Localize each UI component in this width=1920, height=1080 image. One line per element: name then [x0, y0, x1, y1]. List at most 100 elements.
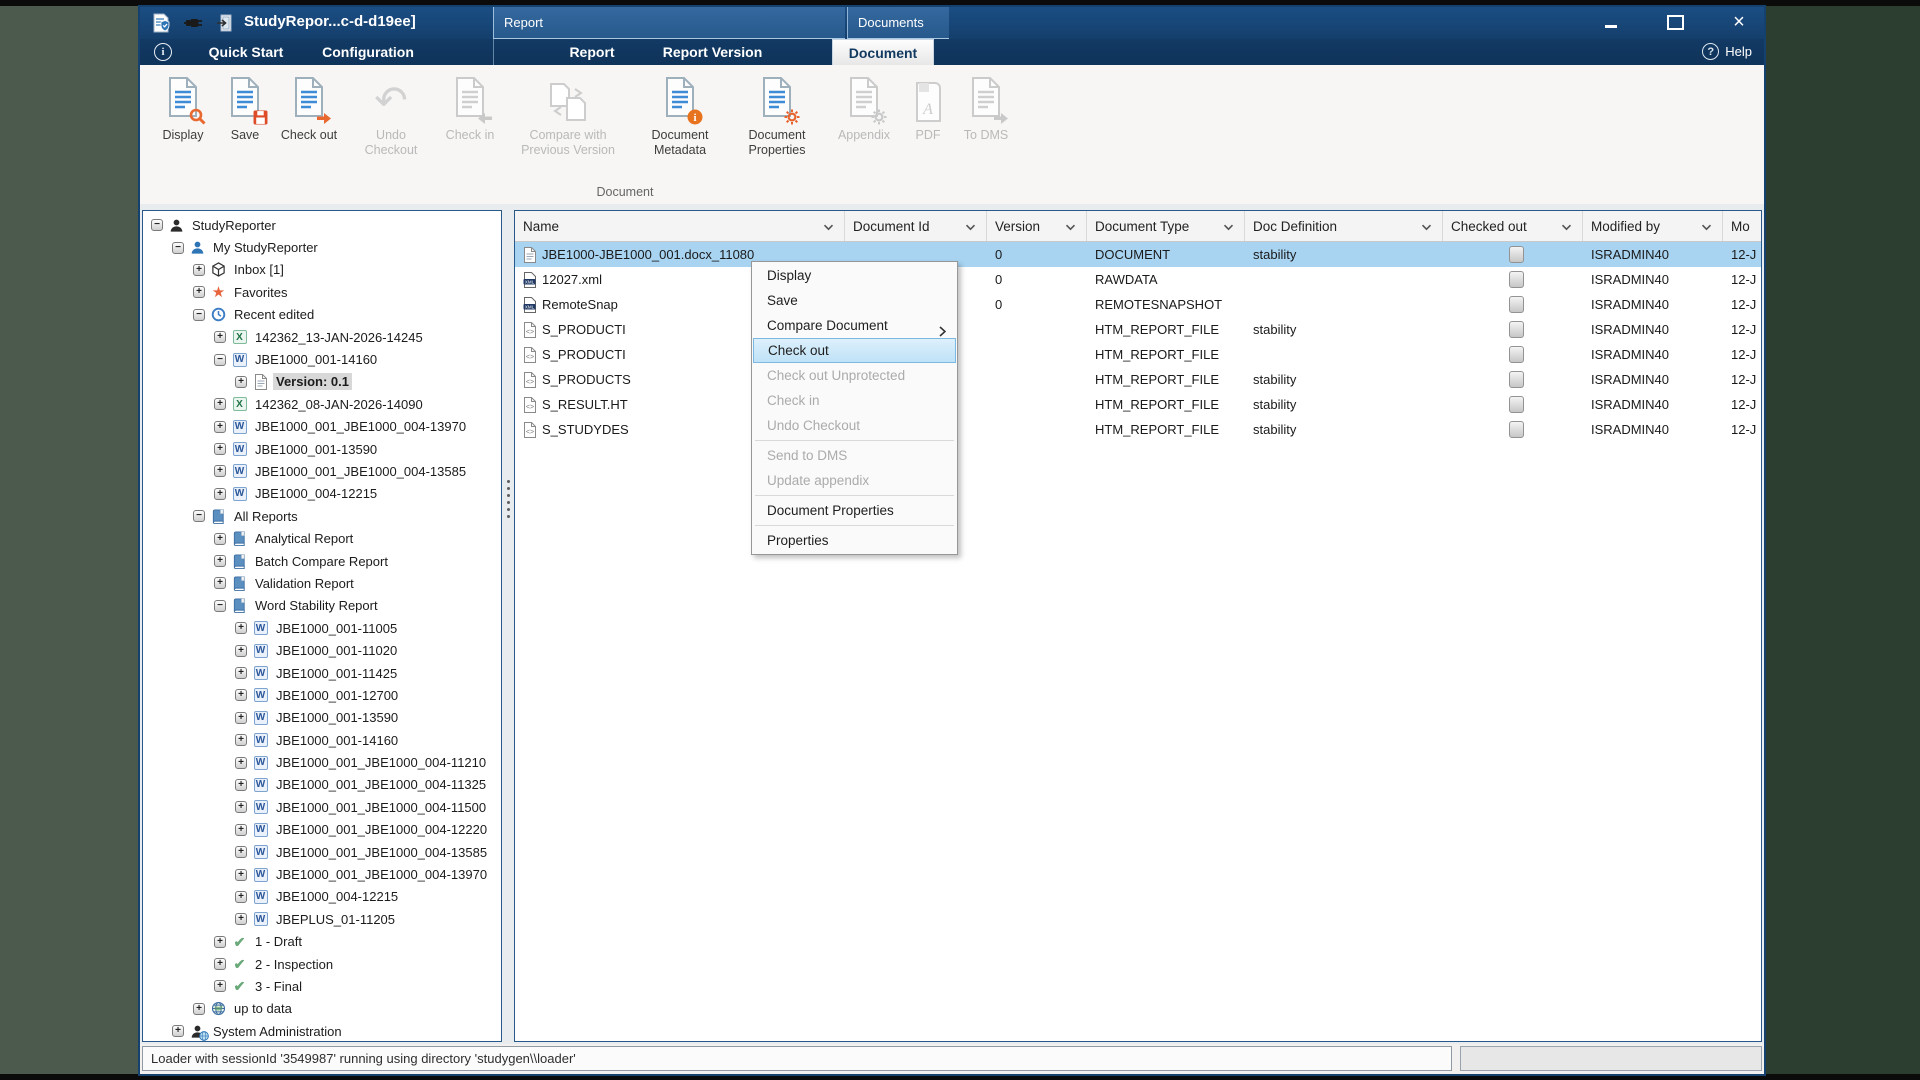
- tree-expander-minus-icon[interactable]: −: [172, 241, 184, 254]
- tree-item-jbe1000-001-11020[interactable]: + W JBE1000_001-11020: [143, 639, 501, 661]
- tree-expander-plus-icon[interactable]: +: [193, 263, 205, 276]
- tree-expander-plus-icon[interactable]: +: [193, 1002, 205, 1015]
- tree-expander-plus-icon[interactable]: +: [193, 286, 205, 299]
- tree-item-jbe1000-001-jbe1000-004-11500[interactable]: + W JBE1000_001_JBE1000_004-11500: [143, 796, 501, 818]
- tree-item-word-stability-report[interactable]: − Word Stability Report: [143, 595, 501, 617]
- checked-out-checkbox[interactable]: [1509, 346, 1524, 363]
- plug-icon[interactable]: [182, 12, 204, 34]
- splitter-grip[interactable]: [507, 480, 511, 518]
- tree-item-my-studyreporter[interactable]: − My StudyReporter: [143, 236, 501, 258]
- tab-report-version[interactable]: Report Version: [645, 39, 780, 65]
- tree-expander-plus-icon[interactable]: +: [235, 890, 247, 903]
- tree-expander-plus-icon[interactable]: +: [214, 980, 226, 993]
- ribbon-button-document-properties[interactable]: Document Properties: [731, 73, 823, 158]
- tree-item-jbe1000-001-13590[interactable]: + W JBE1000_001-13590: [143, 438, 501, 460]
- menu-item-display[interactable]: Display: [753, 263, 956, 288]
- tree-item-jbe1000-001-11005[interactable]: + W JBE1000_001-11005: [143, 617, 501, 639]
- ribbon-button-display[interactable]: Display: [152, 73, 214, 143]
- tree-expander-minus-icon[interactable]: −: [151, 219, 163, 232]
- chevron-down-icon[interactable]: [965, 219, 986, 234]
- tree-expander-plus-icon[interactable]: +: [214, 331, 226, 344]
- tree-expander-plus-icon[interactable]: +: [235, 644, 247, 657]
- tree-item-all-reports[interactable]: − All Reports: [143, 505, 501, 527]
- tree-expander-minus-icon[interactable]: −: [214, 353, 226, 366]
- tree-expander-plus-icon[interactable]: +: [235, 689, 247, 702]
- chevron-down-icon[interactable]: [1561, 219, 1582, 234]
- tree-item-jbe1000-001-11425[interactable]: + W JBE1000_001-11425: [143, 662, 501, 684]
- chevron-down-icon[interactable]: [1223, 219, 1244, 234]
- close-button[interactable]: ×: [1730, 12, 1748, 32]
- tree-item-inbox-1-[interactable]: + Inbox [1]: [143, 259, 501, 281]
- checked-out-checkbox[interactable]: [1509, 246, 1524, 263]
- tree-item-jbe1000-001-jbe1000-004-11325[interactable]: + W JBE1000_001_JBE1000_004-11325: [143, 774, 501, 796]
- tree-expander-plus-icon[interactable]: +: [235, 756, 247, 769]
- table-row[interactable]: <> S_PRODUCTI HTM_REPORT_FILE stability ISRA…: [515, 317, 1761, 342]
- tree-item-jbeplus-01-11205[interactable]: + W JBEPLUS_01-11205: [143, 908, 501, 930]
- checked-out-checkbox[interactable]: [1509, 271, 1524, 288]
- tree-expander-plus-icon[interactable]: +: [214, 420, 226, 433]
- column-header-checked-out[interactable]: Checked out: [1443, 211, 1583, 241]
- tree-expander-plus-icon[interactable]: +: [235, 913, 247, 926]
- column-header-name[interactable]: Name: [515, 211, 845, 241]
- tree-expander-plus-icon[interactable]: +: [235, 778, 247, 791]
- tree-item-validation-report[interactable]: + Validation Report: [143, 572, 501, 594]
- tree-expander-minus-icon[interactable]: −: [193, 308, 205, 321]
- chevron-down-icon[interactable]: [1421, 219, 1442, 234]
- tree-expander-plus-icon[interactable]: +: [214, 577, 226, 590]
- table-row[interactable]: <> S_PRODUCTS HTM_REPORT_FILE stability ISRA…: [515, 367, 1761, 392]
- menu-item-properties[interactable]: Properties: [753, 528, 956, 553]
- tree-expander-minus-icon[interactable]: −: [193, 510, 205, 523]
- tree-item-3-final[interactable]: + ✔ 3 - Final: [143, 975, 501, 997]
- tree-item-jbe1000-001-jbe1000-004-13585[interactable]: + W JBE1000_001_JBE1000_004-13585: [143, 841, 501, 863]
- menu-item-check-out[interactable]: Check out: [753, 338, 956, 363]
- column-header-mo[interactable]: Mo: [1723, 211, 1761, 241]
- tree-expander-plus-icon[interactable]: +: [172, 1025, 184, 1038]
- tree-expander-plus-icon[interactable]: +: [235, 622, 247, 635]
- checked-out-checkbox[interactable]: [1509, 421, 1524, 438]
- tree-item-142362-13-jan-2026-14245[interactable]: + X 142362_13-JAN-2026-14245: [143, 326, 501, 348]
- tree-expander-plus-icon[interactable]: +: [214, 398, 226, 411]
- tree-item-jbe1000-001-jbe1000-004-12220[interactable]: + W JBE1000_001_JBE1000_004-12220: [143, 819, 501, 841]
- chevron-down-icon[interactable]: [823, 219, 844, 234]
- app-logo-icon[interactable]: [150, 12, 172, 34]
- tree-expander-plus-icon[interactable]: +: [235, 734, 247, 747]
- column-header-doc-definition[interactable]: Doc Definition: [1245, 211, 1443, 241]
- tab-quick-start[interactable]: Quick Start: [198, 39, 294, 65]
- tree-item-jbe1000-001-jbe1000-004-11210[interactable]: + W JBE1000_001_JBE1000_004-11210: [143, 751, 501, 773]
- tab-document[interactable]: Document: [832, 39, 934, 65]
- tree-expander-plus-icon[interactable]: +: [214, 443, 226, 456]
- menu-item-save[interactable]: Save: [753, 288, 956, 313]
- menu-item-compare-document[interactable]: Compare Document: [753, 313, 956, 338]
- tree-item-142362-08-jan-2026-14090[interactable]: + X 142362_08-JAN-2026-14090: [143, 393, 501, 415]
- ribbon-button-document-metadata[interactable]: i Document Metadata: [636, 73, 724, 158]
- maximize-button[interactable]: [1666, 14, 1684, 30]
- tree-expander-plus-icon[interactable]: +: [214, 555, 226, 568]
- tree-item-jbe1000-001-jbe1000-004-13970[interactable]: + W JBE1000_001_JBE1000_004-13970: [143, 416, 501, 438]
- info-icon[interactable]: i: [154, 43, 172, 61]
- chevron-down-icon[interactable]: [1701, 219, 1722, 234]
- table-row[interactable]: XML RemoteSnap 0 REMOTESNAPSHOT ISRADMIN40 12…: [515, 292, 1761, 317]
- tree-item-version-0-1[interactable]: + Version: 0.1: [143, 371, 501, 393]
- tree-item-favorites[interactable]: + ★ Favorites: [143, 281, 501, 303]
- checked-out-checkbox[interactable]: [1509, 321, 1524, 338]
- table-row[interactable]: JBE1000-JBE1000_001.docx_11080 0 DOCUMENT s…: [515, 242, 1761, 267]
- menu-item-document-properties[interactable]: Document Properties: [753, 498, 956, 523]
- ribbon-button-save[interactable]: Save: [221, 73, 269, 143]
- tree-item-recent-edited[interactable]: − Recent edited: [143, 304, 501, 326]
- tree-item-batch-compare-report[interactable]: + Batch Compare Report: [143, 550, 501, 572]
- tab-configuration[interactable]: Configuration: [316, 39, 420, 65]
- tree-item-1-draft[interactable]: + ✔ 1 - Draft: [143, 931, 501, 953]
- checked-out-checkbox[interactable]: [1509, 371, 1524, 388]
- tree-expander-plus-icon[interactable]: +: [214, 958, 226, 971]
- tree-item-up-to-data[interactable]: + up to data: [143, 998, 501, 1020]
- chevron-down-icon[interactable]: [1065, 219, 1086, 234]
- tree-item-jbe1000-001-12700[interactable]: + W JBE1000_001-12700: [143, 684, 501, 706]
- tree-item-jbe1000-001-14160[interactable]: − W JBE1000_001-14160: [143, 348, 501, 370]
- tab-report[interactable]: Report: [552, 39, 632, 65]
- table-row[interactable]: <> S_STUDYDES HTM_REPORT_FILE stability ISRA…: [515, 417, 1761, 442]
- tree-item-jbe1000-004-12215[interactable]: + W JBE1000_004-12215: [143, 483, 501, 505]
- table-row[interactable]: XML 12027.xml 0 RAWDATA ISRADMIN40 12-J: [515, 267, 1761, 292]
- tree-item-studyreporter[interactable]: − StudyReporter: [143, 214, 501, 236]
- minimize-button[interactable]: [1602, 14, 1620, 30]
- tree-item-system-administration[interactable]: + System Administration: [143, 1020, 501, 1041]
